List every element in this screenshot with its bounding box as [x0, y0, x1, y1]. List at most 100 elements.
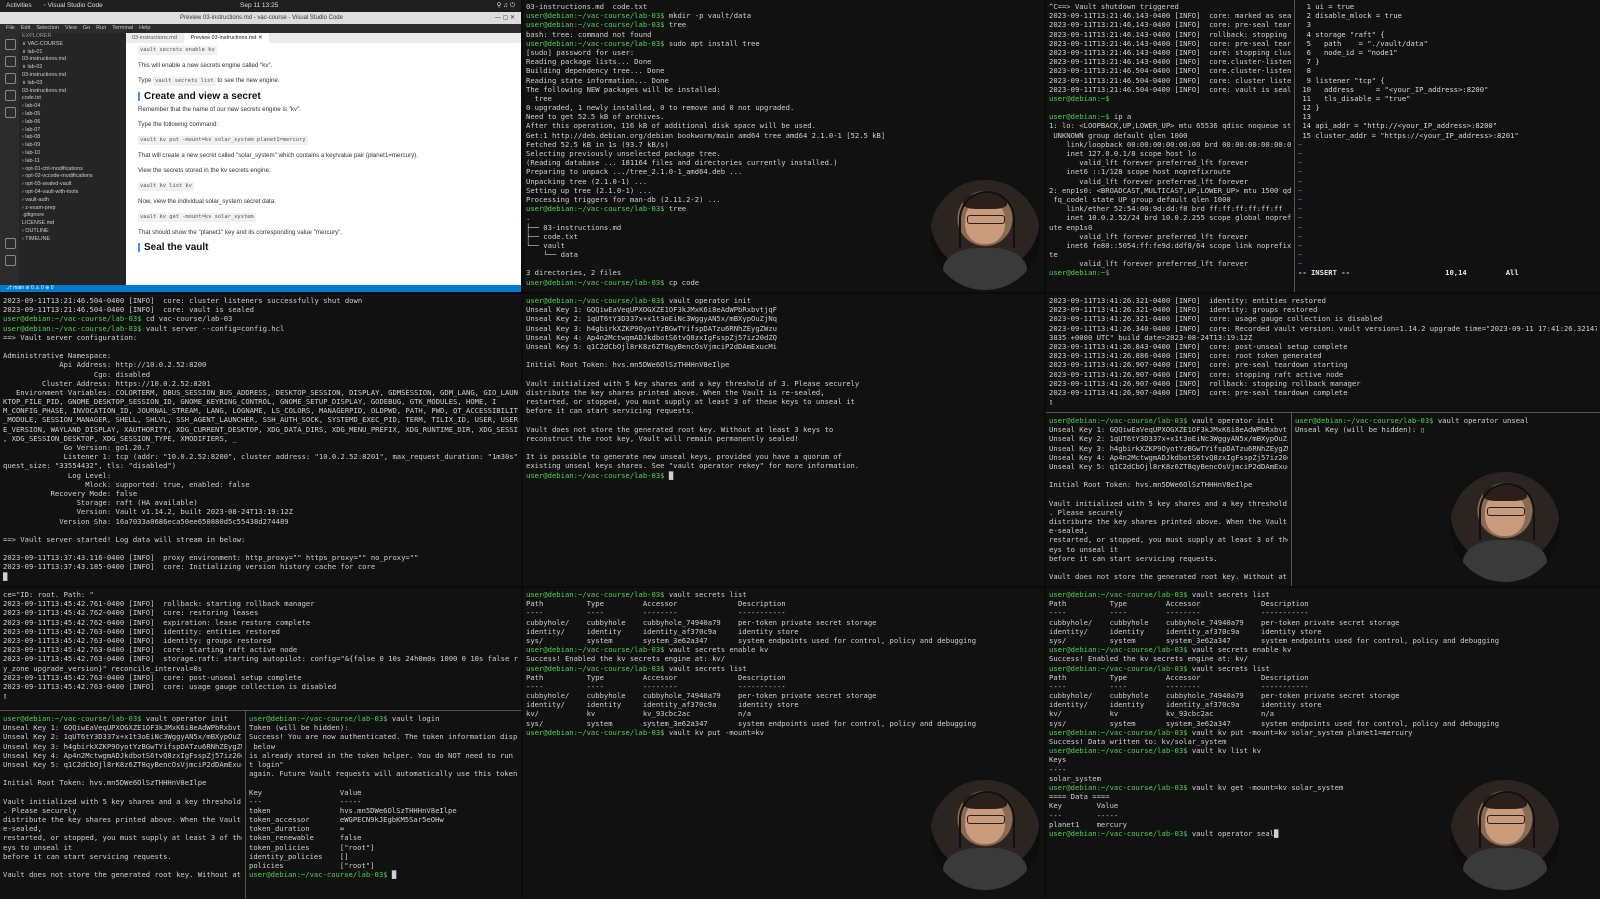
extensions-icon[interactable]	[5, 107, 16, 118]
terminal-line: user@debian:~/vac-course/lab-03$ █	[526, 471, 1041, 480]
file-tree-item[interactable]: › OUTLINE	[22, 228, 126, 236]
file-tree-item[interactable]: › opt-01-ctrl-modifications	[22, 166, 126, 174]
menu-item-go[interactable]: Go	[83, 25, 90, 31]
tab-preview[interactable]: Preview 03-instructions.md ✕	[184, 33, 269, 43]
clock[interactable]: Sep 11 13:25	[240, 0, 278, 12]
file-tree-item[interactable]: ∨ VAC-COURSE	[22, 41, 126, 49]
terminal-text: 2 disable_mlock = true	[1298, 11, 1402, 21]
menu-item-run[interactable]: Run	[96, 25, 106, 31]
file-tree-item[interactable]: › lab-08	[22, 134, 126, 142]
menu-item-file[interactable]: File	[6, 25, 15, 31]
terminal-line: After this operation, 116 kB of addition…	[526, 121, 1041, 130]
terminal-line: user@debian:~/vac-course/lab-03$ vault k…	[1049, 746, 1597, 755]
terminal-text: ce="ID: root. Path: "	[3, 590, 94, 599]
terminal-text: Vault initialized with 5 key shares and …	[3, 796, 242, 806]
terminal-line: cubbyhole/ cubbyhole cubbyhole_74940a79 …	[1049, 618, 1597, 627]
file-tree-item[interactable]: › lab-04	[22, 103, 126, 111]
terminal-3-1[interactable]: ce="ID: root. Path: " 2023-09-11T13:45:42…	[0, 588, 521, 710]
code-snippet: vault kv list kv	[138, 182, 194, 191]
instructor-webcam	[1450, 472, 1560, 582]
menu-item-edit[interactable]: Edit	[21, 25, 30, 31]
tab-instructions[interactable]: 03-instructions.md	[126, 33, 183, 43]
window-controls[interactable]: — ▢ ✕	[495, 12, 515, 24]
file-tree-item[interactable]: ∨ lab-02	[22, 64, 126, 72]
terminal-text: cubbyhole/ cubbyhole cubbyhole_74940a79 …	[1049, 617, 1400, 627]
file-tree-item[interactable]: › lab-06	[22, 119, 126, 127]
file-tree-item[interactable]: .gitignore	[22, 212, 126, 220]
terminal-text: Path Type Accessor Description	[1049, 672, 1309, 682]
menu-item-terminal[interactable]: Terminal	[112, 25, 133, 31]
file-tree-item[interactable]: › lab-09	[22, 142, 126, 150]
terminal-2-1[interactable]: 2023-09-11T13:21:46.504-0400 [INFO] core…	[0, 294, 521, 586]
terminal-1-3[interactable]: ^C==> Vault shutdown triggered 2023-09-11…	[1046, 0, 1294, 292]
terminal-text: ---- ---- -------- -----------	[526, 608, 786, 618]
terminal-text: . Please securely	[3, 805, 77, 815]
terminal-line: ~	[1298, 204, 1597, 213]
terminal-text: sudo apt install tree	[668, 38, 760, 48]
terminal-line: 2023-09-11T13:21:46.504-0400 [INFO] core…	[1049, 66, 1291, 75]
terminal-text: vault kv put -mount=kv solar_system plan…	[1191, 727, 1413, 737]
file-tree-item[interactable]: code.txt	[22, 95, 126, 103]
terminal-2-2[interactable]: user@debian:~/vac-course/lab-03$ vault o…	[523, 294, 1044, 586]
terminal-2-3b[interactable]: user@debian:~/vac-course/lab-03$ vault o…	[1292, 414, 1600, 586]
terminal-text: Path Type Accessor Description	[1049, 599, 1309, 609]
gear-icon[interactable]	[5, 255, 16, 266]
menu-item-help[interactable]: Help	[139, 25, 150, 31]
terminal-line: 8	[1298, 66, 1597, 75]
file-tree-item[interactable]: › opt-02-vccode-modifications	[22, 173, 126, 181]
terminal-text: Storage: raft (HA available)	[3, 498, 198, 508]
terminal-text: Unseal Key 4: Ap4n2MctwgmADJkdbotS6tvQ8z…	[3, 750, 242, 760]
file-tree-item[interactable]: ∨ lab-01	[22, 49, 126, 57]
file-tree-item[interactable]: › lab-05	[22, 111, 126, 119]
terminal-3-1b[interactable]: user@debian:~/vac-course/lab-03$ vault l…	[246, 712, 521, 899]
terminal-line: link/ether 52:54:00:9d:dd:f8 brd ff:ff:f…	[1049, 204, 1291, 213]
terminal-text: Keys	[1049, 755, 1067, 765]
file-tree-item[interactable]: 03-instructions.md	[22, 88, 126, 96]
run-debug-icon[interactable]	[5, 90, 16, 101]
terminal-2-3a[interactable]: user@debian:~/vac-course/lab-03$ vault o…	[1046, 414, 1291, 586]
terminal-line: 12 }	[1298, 103, 1597, 112]
app-menu[interactable]: ◦ Visual Studio Code	[43, 2, 102, 9]
file-tree-item[interactable]: › vault-auth	[22, 197, 126, 205]
terminal-text: cubbyhole/ cubbyhole cubbyhole_74940a79 …	[526, 691, 877, 701]
source-control-icon[interactable]	[5, 73, 16, 84]
terminal-line: Building dependency tree... Done	[526, 66, 1041, 75]
file-tree-item[interactable]: › lab-10	[22, 150, 126, 158]
file-tree-item[interactable]: LICENSE.md	[22, 220, 126, 228]
activities-button[interactable]: Activities	[6, 2, 32, 9]
terminal-text: ~	[1298, 259, 1303, 269]
file-tree-item[interactable]: › opt-04-vault-with-tools	[22, 189, 126, 197]
account-icon[interactable]	[5, 238, 16, 249]
terminal-text: M_CONFIG_PHASE, INVOCATION_ID, JOURNAL_S…	[3, 406, 518, 416]
terminal-line: ==> Vault server configuration:	[3, 333, 518, 342]
terminal-line: before it can start servicing requests.	[3, 852, 242, 861]
terminal-text: Reading state information... Done	[526, 75, 669, 85]
file-tree-item[interactable]: 03-instructions.md	[22, 56, 126, 64]
terminal-line: Listener 1: tcp (addr: "10.0.2.52:8200",…	[3, 452, 518, 461]
vim-editor[interactable]: 1 ui = true 2 disable_mlock = true 3 4 s…	[1294, 0, 1600, 292]
system-tray-icons[interactable]: ⚲ ♫ ⏻	[497, 0, 515, 12]
terminal-3-1a[interactable]: user@debian:~/vac-course/lab-03$ vault o…	[0, 712, 245, 899]
search-icon[interactable]	[5, 56, 16, 67]
terminal-line: Reading state information... Done	[526, 76, 1041, 85]
file-tree-item[interactable]: 03-instructions.md	[22, 72, 126, 80]
terminal-text: before it can start servicing requests.	[3, 851, 172, 861]
terminal-2-3[interactable]: 2023-09-11T13:41:26.321-0400 [INFO] iden…	[1046, 294, 1600, 412]
status-text[interactable]: ⎇ main ⊘ 0 ⚠ 0 ⊕ 0	[6, 285, 54, 291]
file-tree-item[interactable]: › z-exam-prep	[22, 205, 126, 213]
file-tree-item[interactable]: › opt-03-sealed-vault	[22, 181, 126, 189]
file-tree-item[interactable]: › lab-11	[22, 158, 126, 166]
terminal-text: 2023-09-11T13:45:42.763-0400 [INFO] iden…	[3, 635, 272, 645]
file-tree-item[interactable]: › TIMELINE	[22, 236, 126, 244]
terminal-line: distribute the key shares printed above.…	[3, 815, 242, 824]
terminal-text: vault secrets list	[1191, 663, 1270, 673]
menu-item-view[interactable]: View	[65, 25, 77, 31]
explorer-icon[interactable]	[5, 39, 16, 50]
terminal-line: kv/ kv kv_93cbc2ac n/a	[1049, 709, 1597, 718]
code-snippet: vault secrets enable kv	[138, 46, 217, 55]
file-tree-item[interactable]: › lab-07	[22, 127, 126, 135]
file-tree-item[interactable]: ∨ lab-03	[22, 80, 126, 88]
menu-item-selection[interactable]: Selection	[36, 25, 59, 31]
